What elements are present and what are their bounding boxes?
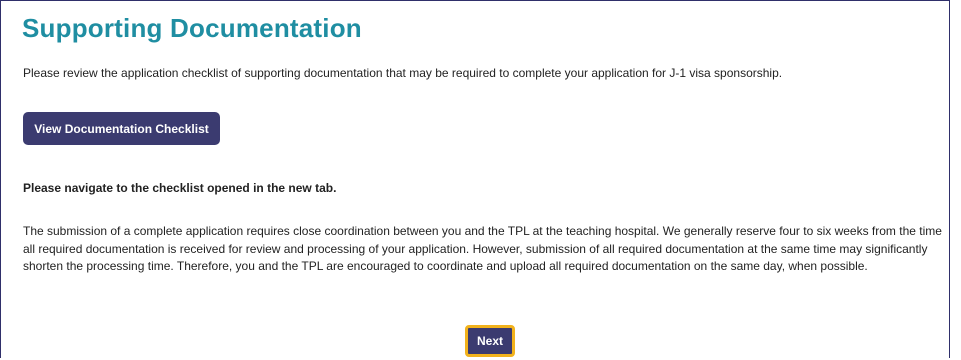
intro-text: Please review the application checklist … [23, 66, 783, 80]
content-panel: Supporting Documentation Please review t… [0, 0, 950, 358]
navigate-note: Please navigate to the checklist opened … [23, 181, 337, 195]
next-button[interactable]: Next [465, 325, 515, 357]
submission-info-text: The submission of a complete application… [23, 224, 942, 274]
view-documentation-checklist-button[interactable]: View Documentation Checklist [23, 112, 220, 145]
page-title: Supporting Documentation [22, 13, 362, 43]
